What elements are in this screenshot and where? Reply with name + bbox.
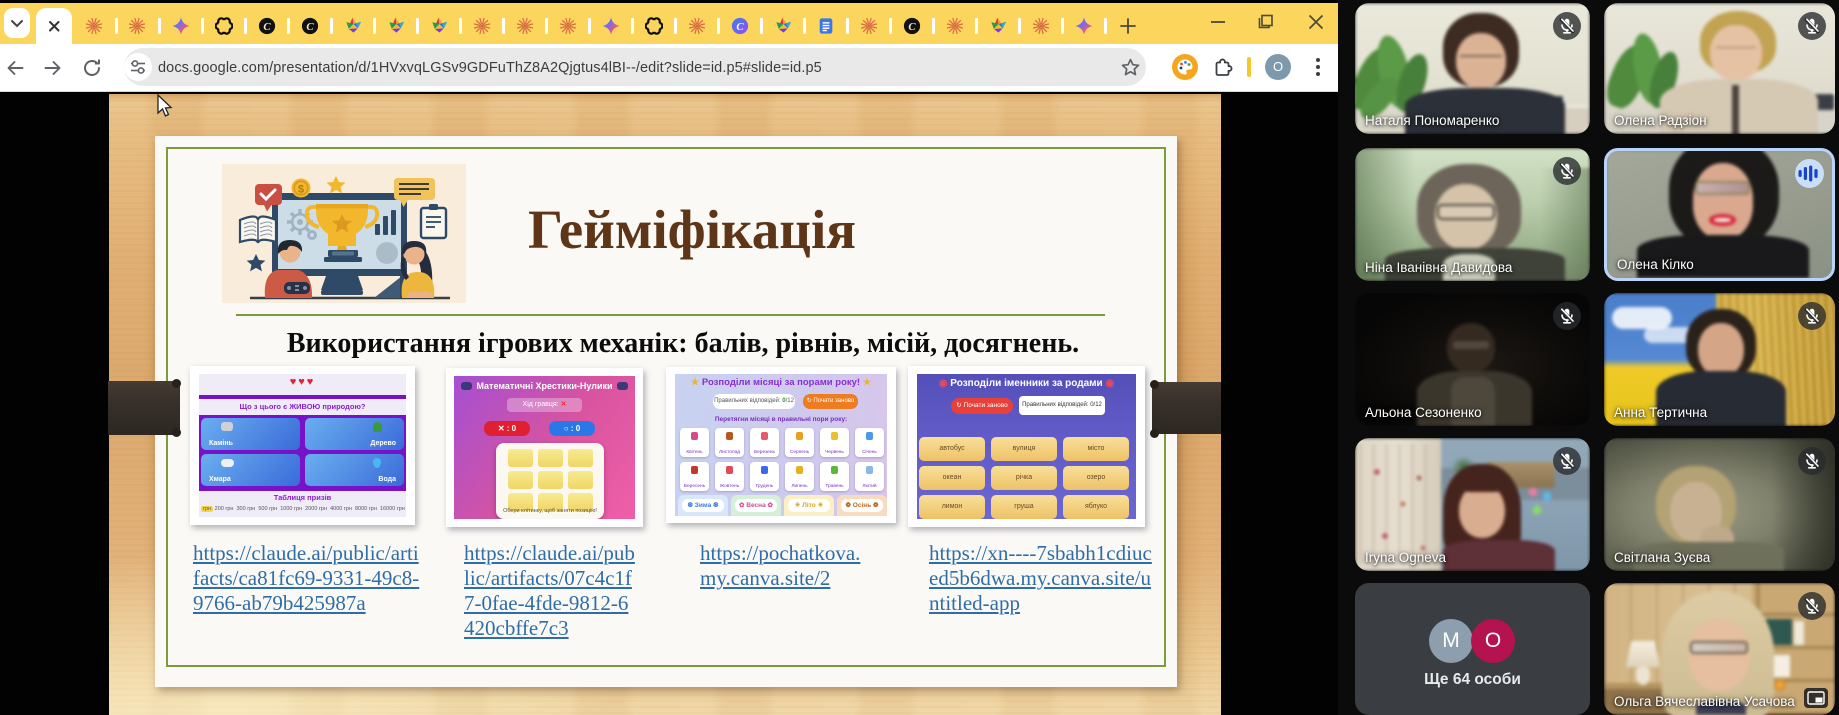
svg-text:$: $: [298, 184, 304, 196]
